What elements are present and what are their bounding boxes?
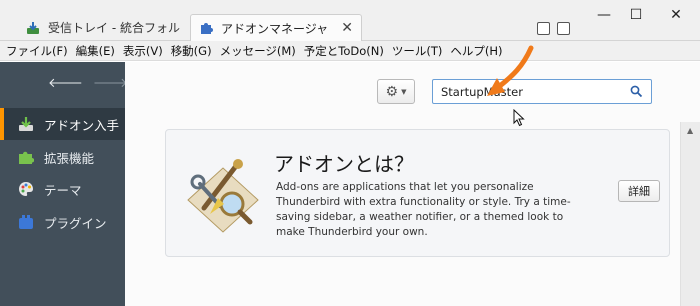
addons-main-pane: ⚙ ▼ アドオンとは？ Add-ons are applications tha… — [125, 45, 700, 306]
sidebar-item-themes[interactable]: テーマ — [0, 173, 125, 205]
menu-file[interactable]: ファイル(F) — [6, 43, 68, 59]
history-nav: 🡐 🡒 — [48, 75, 128, 91]
sidebar-item-label: プラグイン — [44, 215, 107, 231]
menu-message[interactable]: メッセージ(M) — [220, 43, 296, 59]
menu-edit[interactable]: 編集(E) — [76, 43, 115, 59]
tab-inbox[interactable]: 受信トレイ - 統合フォルダ — [18, 14, 188, 41]
puzzle-piece-icon — [19, 151, 34, 164]
sidebar-item-plugins[interactable]: プラグイン — [0, 206, 125, 238]
maximize-button[interactable]: ☐ — [622, 6, 650, 24]
annotation-arrow-icon — [487, 45, 534, 96]
close-window-button[interactable]: ✕ — [662, 6, 690, 24]
puzzle-piece-icon — [201, 23, 213, 34]
sidebar-item-label: アドオン入手 — [44, 117, 120, 133]
back-arrow-icon[interactable]: 🡐 — [48, 75, 83, 91]
forward-arrow-icon[interactable]: 🡒 — [93, 75, 128, 91]
chevron-down-icon: ▼ — [401, 87, 407, 96]
inbox-download-icon — [27, 21, 39, 34]
menu-bar: ファイル(F) 編集(E) 表示(V) 移動(G) メッセージ(M) 予定とTo… — [0, 41, 700, 61]
menu-tools[interactable]: ツール(T) — [392, 43, 443, 59]
search-icon[interactable] — [630, 85, 643, 98]
addon-intro-card: アドオンとは？ Add-ons are applications that le… — [165, 129, 670, 257]
title-bar: 受信トレイ - 統合フォルダ アドオンマネージャ ✕ — ☐ ✕ — [0, 0, 700, 41]
card-title: アドオンとは？ — [274, 152, 414, 176]
close-tab-icon[interactable]: ✕ — [341, 20, 353, 36]
calendar-icon[interactable] — [537, 22, 550, 35]
task-icon[interactable] — [557, 22, 570, 35]
sidebar-item-label: 拡張機能 — [44, 150, 95, 166]
sidebar-item-extensions[interactable]: 拡張機能 — [0, 141, 125, 173]
card-description: Add-ons are applications that let you pe… — [276, 181, 571, 238]
menu-view[interactable]: 表示(V) — [123, 43, 163, 59]
menu-events-tasks[interactable]: 予定とToDo(N) — [304, 43, 384, 59]
paint-palette-icon — [19, 182, 33, 196]
minimize-button[interactable]: — — [590, 6, 618, 24]
download-addon-icon — [19, 117, 33, 131]
menu-go[interactable]: 移動(G) — [171, 43, 212, 59]
addon-tools-illustration-icon — [187, 159, 259, 233]
tools-gear-button[interactable]: ⚙ ▼ — [377, 79, 415, 104]
vertical-scrollbar[interactable]: ▲ — [680, 122, 700, 306]
details-button[interactable]: 詳細 — [618, 180, 660, 202]
gear-icon: ⚙ — [385, 83, 399, 100]
category-sidebar: 🡐 🡒 アドオン入手 拡張機能 テーマ プラグイン — [0, 62, 128, 306]
sidebar-item-get-addons[interactable]: アドオン入手 — [0, 108, 125, 140]
scroll-up-icon[interactable]: ▲ — [687, 126, 693, 135]
tab-label: 受信トレイ - 統合フォルダ — [48, 21, 180, 35]
sidebar-item-label: テーマ — [44, 182, 82, 198]
mouse-pointer-icon — [513, 109, 525, 127]
tab-label: アドオンマネージャ — [221, 21, 329, 36]
plugin-brick-icon — [19, 215, 33, 229]
tab-addon-manager[interactable]: アドオンマネージャ ✕ — [190, 14, 362, 41]
